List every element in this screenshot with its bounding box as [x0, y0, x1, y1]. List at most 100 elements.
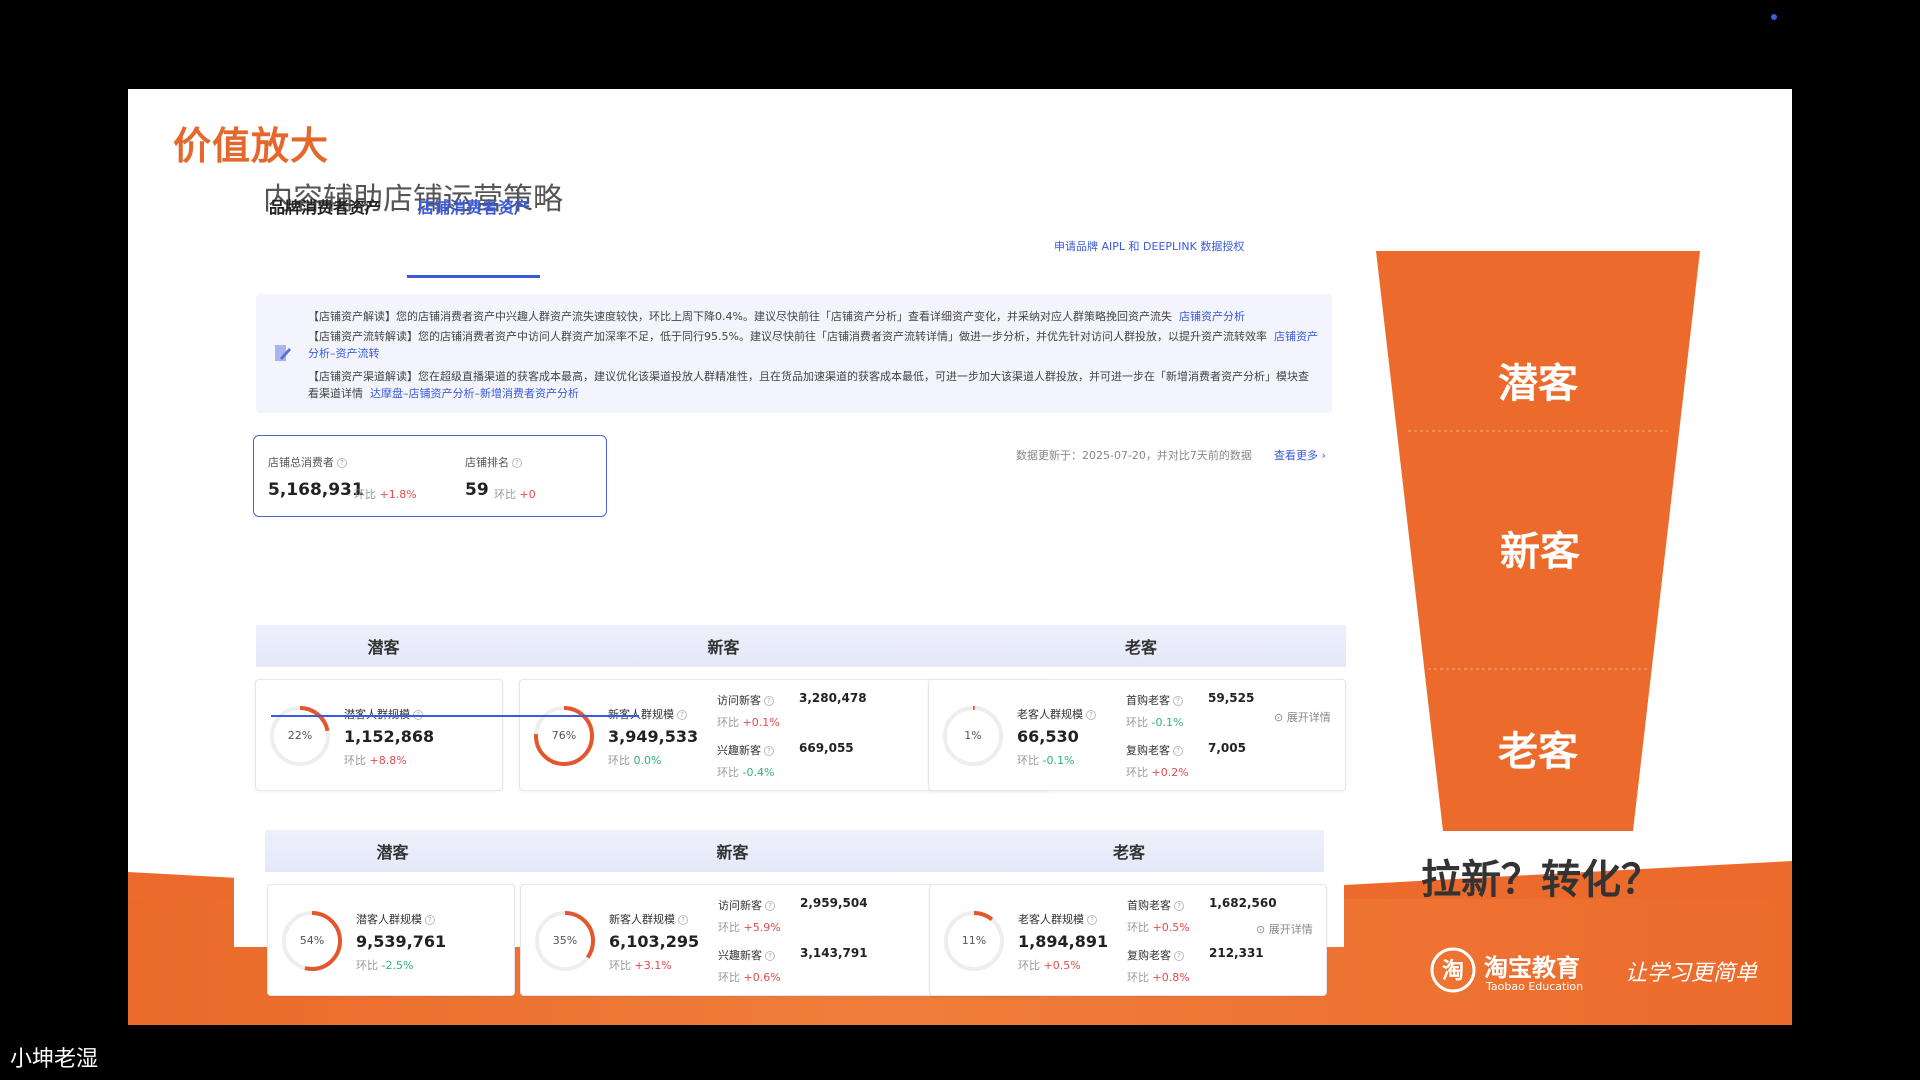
sub-segment-label: 复购老客?: [1127, 947, 1184, 963]
sub-segment-label-text: 复购老客: [1126, 744, 1170, 757]
segment-size-label: 新客人群规模?: [608, 706, 687, 722]
sub-segment-cmp: 环比 +0.5%: [1127, 919, 1190, 935]
cmp-value: -0.4%: [742, 766, 775, 779]
help-icon[interactable]: ?: [425, 915, 435, 925]
help-icon[interactable]: ?: [512, 458, 522, 468]
segment-header-potential: 潜客: [265, 830, 520, 872]
segment-size-label: 潜客人群规模?: [356, 911, 435, 927]
help-icon[interactable]: ?: [678, 915, 688, 925]
cmp-label: 环比: [1127, 971, 1149, 984]
notice-item: 【店铺资产解读】您的店铺消费者资产中兴趣人群资产流失速度较快，环比上周下降0.4…: [308, 310, 1245, 323]
help-icon[interactable]: ?: [1086, 710, 1096, 720]
sub-segment-cmp: 环比 +5.9%: [718, 919, 781, 935]
view-more-link[interactable]: 查看更多 ›: [1274, 447, 1326, 463]
help-icon[interactable]: ?: [1173, 696, 1183, 706]
notice-item: 【店铺资产流转解读】您的店铺消费者资产中访问人群资产加深率不足，低于同行95.5…: [308, 330, 1318, 360]
help-icon[interactable]: ?: [765, 951, 775, 961]
sub-segment-value: 3,280,478: [799, 691, 867, 705]
segment-header-new: 新客: [520, 830, 945, 872]
pen-note-icon: [275, 345, 291, 361]
segment-size-value: 6,103,295: [609, 932, 700, 951]
segment-size-value: 1,152,868: [344, 727, 435, 746]
sub-segment-value: 212,331: [1209, 946, 1264, 960]
notice-link-asset-analysis[interactable]: 店铺资产分析: [1179, 310, 1245, 323]
segment-size-label-text: 潜客人群规模: [356, 913, 422, 926]
active-tab-underline: [407, 275, 540, 278]
user-watermark: 小坤老湿: [10, 1047, 99, 1072]
segment-size-label-text: 老客人群规模: [1017, 708, 1083, 721]
expand-circle-icon: ⊙: [1274, 711, 1284, 724]
tab-store-assets[interactable]: 店铺消费者资产: [418, 194, 530, 218]
presentation-slide: 价值放大 内容辅助店铺运营策略 品牌消费者资产 店铺消费者资产 申请品牌 AIP…: [128, 89, 1792, 1025]
sub-segment-value: 1,682,560: [1209, 896, 1277, 910]
help-icon[interactable]: ?: [1087, 915, 1097, 925]
insight-notice-panel: 【店铺资产解读】您的店铺消费者资产中兴趣人群资产流失速度较快，环比上周下降0.4…: [256, 294, 1332, 413]
sub-segment-value: 7,005: [1208, 741, 1246, 755]
help-icon[interactable]: ?: [1173, 746, 1183, 756]
percentage-label: 54%: [299, 934, 325, 947]
cmp-label: 环比: [608, 754, 630, 767]
section-divider: [271, 715, 639, 717]
tab-brand-assets[interactable]: 品牌消费者资产: [269, 194, 381, 218]
cmp-value: -0.1%: [1151, 716, 1184, 729]
sub-segment-label-text: 兴趣新客: [717, 744, 761, 757]
help-icon[interactable]: ?: [764, 696, 774, 706]
sub-segment-label-text: 访问新客: [718, 899, 762, 912]
apply-authorization-link[interactable]: 申请品牌 AIPL 和 DEEPLINK 数据授权: [1054, 238, 1244, 254]
segment-size-value: 3,949,533: [608, 727, 699, 746]
cmp-label: 环比: [1018, 959, 1040, 972]
cmp-label: 环比: [356, 959, 378, 972]
notice-link-new-consumer[interactable]: 达摩盘–店铺资产分析–新增消费者资产分析: [370, 387, 579, 400]
cmp-label: 环比: [718, 921, 740, 934]
segment-size-cmp: 环比 +3.1%: [609, 957, 672, 973]
sub-segment-value: 59,525: [1208, 691, 1255, 705]
cmp-value: 0.0%: [633, 754, 662, 767]
sub-segment-label: 访问新客?: [718, 897, 775, 913]
help-icon[interactable]: ?: [764, 746, 774, 756]
cmp-label: 环比: [1126, 766, 1148, 779]
cmp-label: 环比: [609, 959, 631, 972]
cmp-label: 环比: [1126, 716, 1148, 729]
help-icon[interactable]: ?: [337, 458, 347, 468]
sub-segment-label: 首购老客?: [1127, 897, 1184, 913]
sub-segment-label: 首购老客?: [1126, 692, 1183, 708]
potential-customer-card: 22% 潜客人群规模? 1,152,868 环比 +8.8%: [255, 679, 503, 791]
segment-header-new: 新客: [511, 625, 936, 667]
sub-segment-cmp: 环比 +0.1%: [717, 714, 780, 730]
data-update-time: 数据更新于：2025-07-20，并对比7天前的数据: [1016, 449, 1252, 462]
chevron-right-icon: ›: [1321, 449, 1326, 462]
cmp-label: 环比: [1127, 921, 1149, 934]
segment-size-label-text: 新客人群规模: [609, 913, 675, 926]
help-icon[interactable]: ?: [1174, 951, 1184, 961]
cmp-value: +0.2%: [1151, 766, 1189, 779]
segment-size-cmp: 环比 +8.8%: [344, 752, 407, 768]
sub-segment-label: 访问新客?: [717, 692, 774, 708]
segment-size-cmp: 环比 -0.1%: [1017, 752, 1074, 768]
notice-item: 【店铺资产渠道解读】您在超级直播渠道的获客成本最高，建议优化该渠道投放人群精准性…: [308, 370, 1309, 400]
percentage-label: 1%: [964, 729, 982, 742]
help-icon[interactable]: ?: [765, 901, 775, 911]
help-icon[interactable]: ?: [677, 710, 687, 720]
expand-details-button-1[interactable]: ⊙ 展开详情: [1274, 709, 1331, 725]
segment-size-cmp: 环比 +0.5%: [1018, 957, 1081, 973]
expand-details-button-2[interactable]: ⊙ 展开详情: [1256, 921, 1313, 937]
sub-segment-cmp: 环比 -0.1%: [1126, 714, 1183, 730]
segment-size-value: 66,530: [1017, 727, 1079, 746]
segment-size-label: 潜客人群规模?: [344, 706, 423, 722]
segment-size-cmp: 环比 0.0%: [608, 752, 661, 768]
total-consumers-label: 店铺总消费者?: [268, 454, 347, 470]
percentage-label: 35%: [552, 934, 578, 947]
cmp-value: +0.8%: [1152, 971, 1190, 984]
help-icon[interactable]: ?: [1174, 901, 1184, 911]
sub-segment-label-text: 访问新客: [717, 694, 761, 707]
sub-segment-label-text: 首购老客: [1126, 694, 1170, 707]
segment-size-label: 新客人群规模?: [609, 911, 688, 927]
cmp-value: +5.9%: [743, 921, 781, 934]
sub-segment-label: 兴趣新客?: [718, 947, 775, 963]
expand-circle-icon: ⊙: [1256, 923, 1266, 936]
cmp-value: +8.8%: [369, 754, 407, 767]
cmp-value: -0.1%: [1042, 754, 1075, 767]
percentage-label: 22%: [287, 729, 313, 742]
sub-segment-cmp: 环比 +0.2%: [1126, 764, 1189, 780]
segment-size-cmp: 环比 -2.5%: [356, 957, 413, 973]
